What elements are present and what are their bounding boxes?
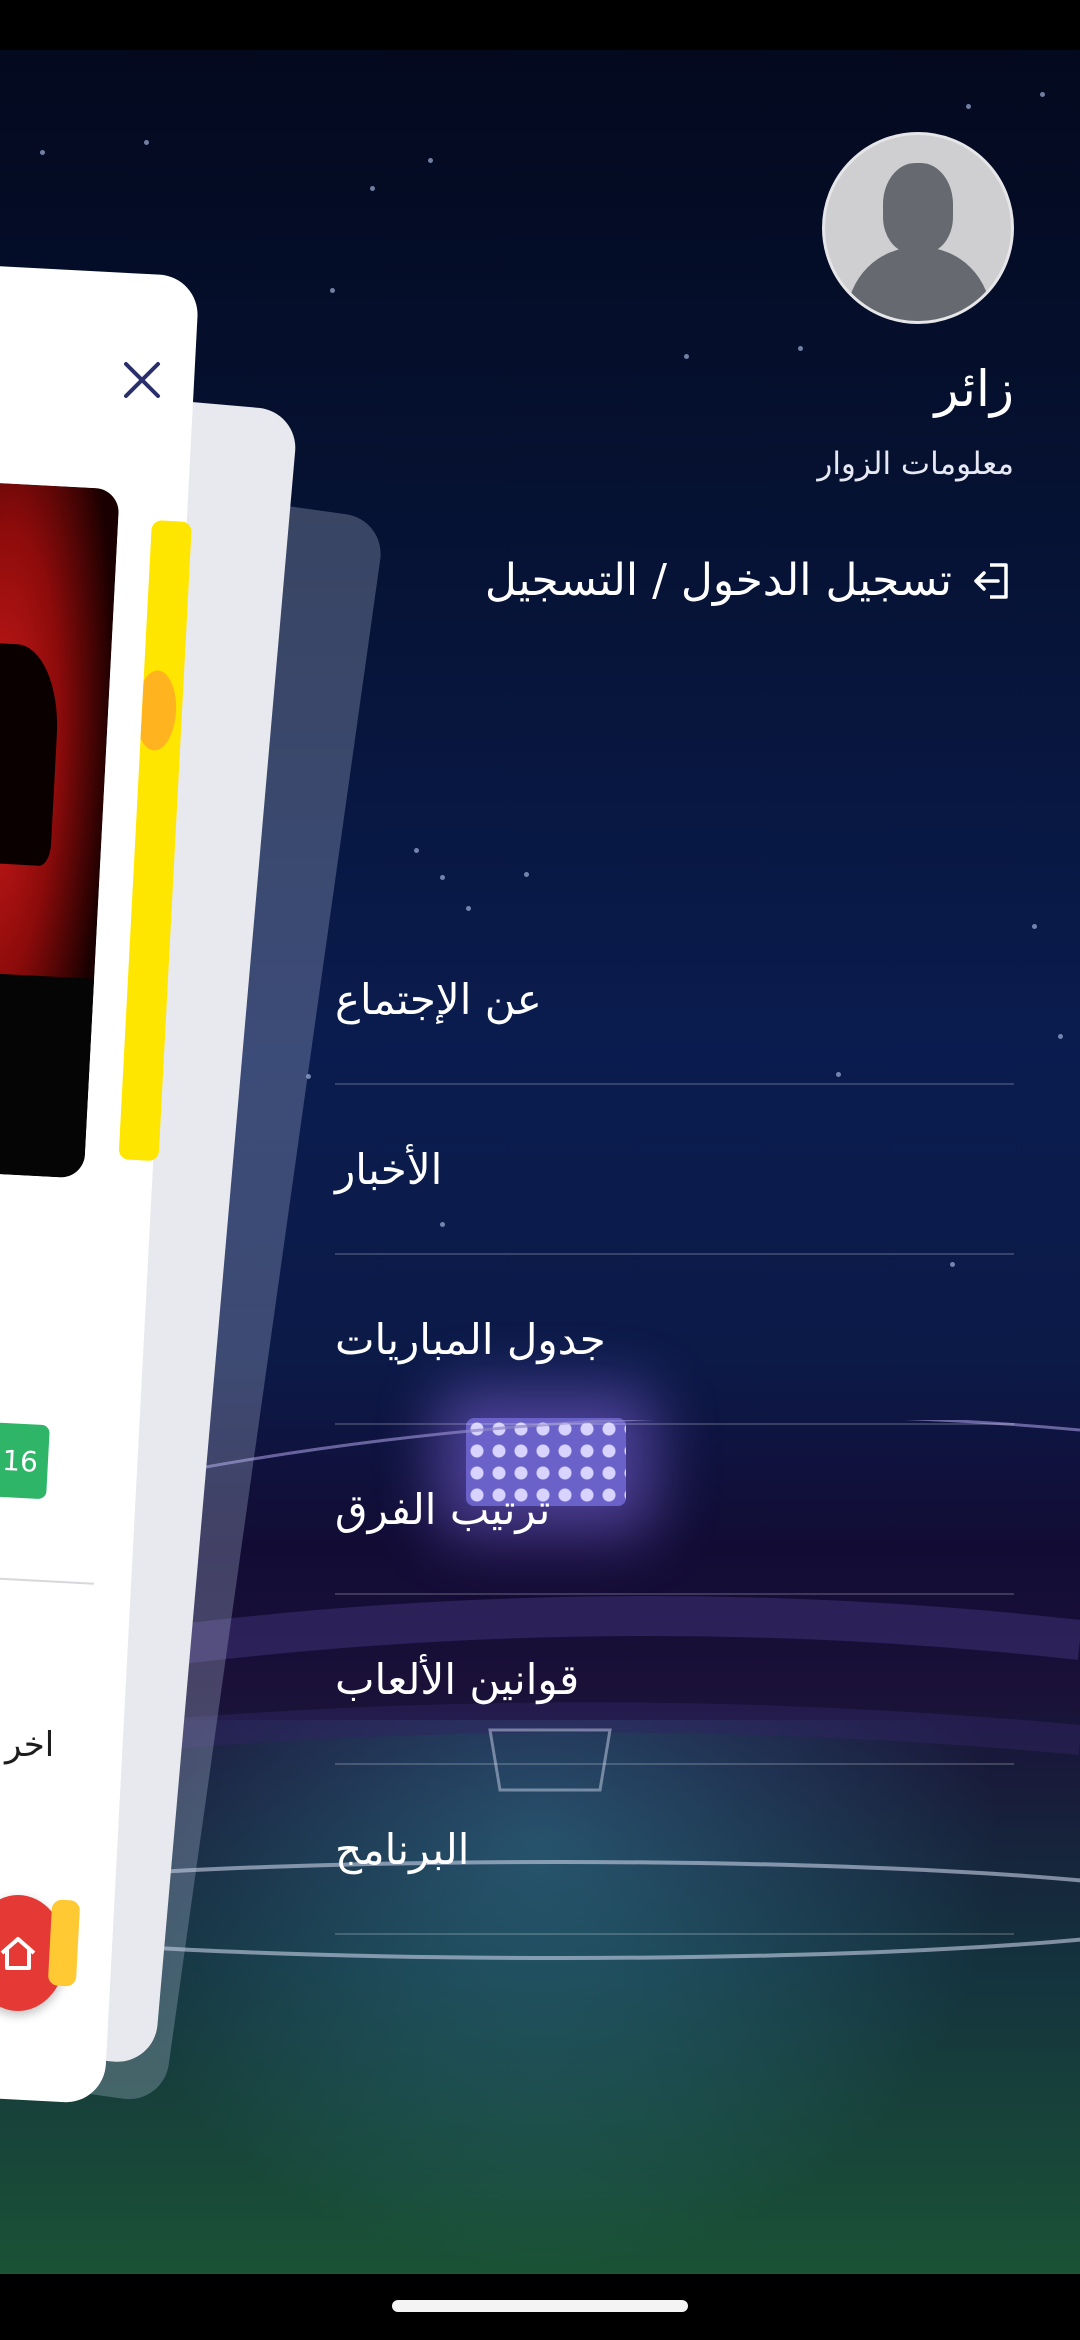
status-bar (0, 0, 1080, 50)
home-indicator[interactable] (392, 2300, 688, 2312)
close-icon[interactable] (120, 358, 164, 402)
user-subtitle: معلومات الزوار (817, 446, 1014, 482)
home-icon (0, 1937, 36, 1970)
poster-footer (0, 969, 95, 1179)
avatar-head (883, 163, 953, 253)
menu-item-news[interactable]: الأخبار (335, 1085, 1014, 1255)
menu-item-program[interactable]: البرنامج (335, 1765, 1014, 1935)
user-name: زائر (934, 360, 1014, 418)
login-label: تسجيل الدخول / التسجيل (484, 555, 952, 606)
avatar[interactable] (822, 132, 1014, 324)
rider-silhouette (0, 640, 62, 867)
login-register-button[interactable]: تسجيل الدخول / التسجيل (485, 555, 1014, 606)
drawer-menu: عن الإجتماع الأخبار جدول المباريات ترتيب… (335, 915, 1014, 1935)
menu-item-about[interactable]: عن الإجتماع (335, 915, 1014, 1085)
avatar-body (847, 247, 991, 321)
coin-decoration (47, 1899, 81, 1987)
menu-item-standings[interactable]: ترتيب الفرق (335, 1425, 1014, 1595)
menu-item-rules[interactable]: قوانين الألعاب (335, 1595, 1014, 1765)
menu-item-schedule[interactable]: جدول المباريات (335, 1255, 1014, 1425)
green-badge: 16 (0, 1420, 50, 1500)
card-text-snippet: اخر ال (0, 1725, 55, 1765)
login-arrow-icon (974, 562, 1008, 599)
